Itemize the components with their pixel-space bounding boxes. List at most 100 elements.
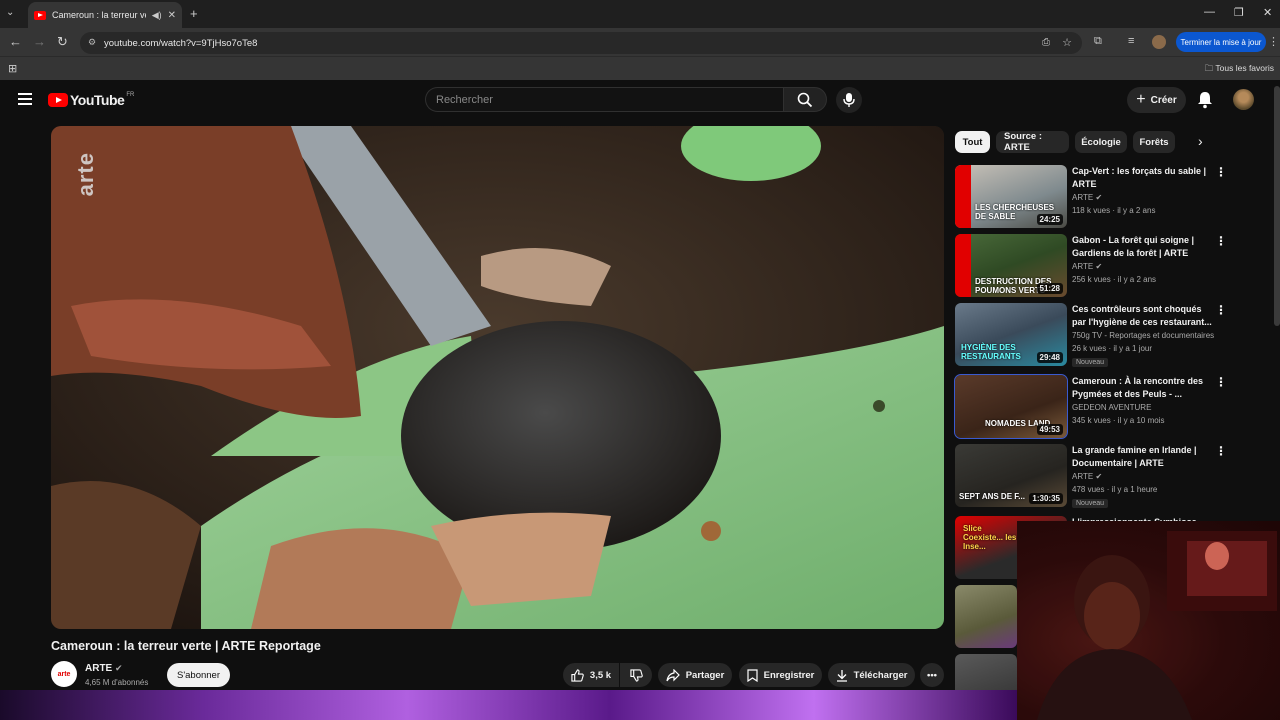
back-icon[interactable]: ←	[9, 34, 22, 49]
more-vertical-icon[interactable]: ⋮	[1215, 303, 1227, 317]
channel-avatar[interactable]: arte	[51, 661, 77, 687]
site-info-icon[interactable]: ⚙	[88, 37, 96, 48]
forward-icon[interactable]: →	[33, 34, 46, 49]
subscribe-button[interactable]: S'abonner	[167, 663, 230, 687]
video-thumbnail[interactable]: DESTRUCTION DES POUMONS VERTS 51:28	[955, 234, 1067, 297]
video-thumbnail[interactable]: LES CHERCHEUSES DE SABLE 24:25	[955, 165, 1067, 228]
new-badge: Nouveau	[1072, 358, 1109, 367]
video-thumbnail[interactable]	[955, 585, 1017, 648]
recommendation-item[interactable]: HYGIÈNE DES RESTAURANTS 29:48 Ces contrô…	[955, 303, 1227, 367]
more-horizontal-icon: •••	[927, 669, 937, 681]
search-icon	[797, 92, 813, 107]
channel-name[interactable]: GEDEON AVENTURE	[1072, 403, 1151, 412]
more-vertical-icon[interactable]: ⋮	[1215, 375, 1227, 389]
video-duration: 29:48	[1036, 352, 1063, 363]
video-thumbnail[interactable]	[955, 654, 1017, 690]
notifications-bell-icon[interactable]	[1197, 91, 1213, 109]
channel-name[interactable]: ARTE ✔	[1072, 193, 1102, 202]
video-duration: 49:53	[1036, 424, 1063, 435]
profile-avatar[interactable]	[1152, 35, 1166, 49]
arte-thumb-band	[955, 234, 971, 297]
recommendation-item[interactable]: NOMADES LAND 49:53 Cameroun : À la renco…	[954, 374, 1227, 439]
chip-source-arte[interactable]: Source : ARTE	[996, 131, 1069, 153]
dislike-button[interactable]	[620, 663, 652, 687]
video-frame	[51, 126, 944, 629]
address-bar[interactable]: ⚙ youtube.com/watch?v=9TjHso7oTe8 ⎙ ☆	[80, 32, 1082, 54]
share-icon	[666, 668, 680, 681]
recommendation-item[interactable]: LES CHERCHEUSES DE SABLE 24:25 Cap-Vert …	[955, 165, 1227, 229]
browser-toolbar: ← → ↻ ⚙ youtube.com/watch?v=9TjHso7oTe8 …	[0, 28, 1280, 56]
search-input[interactable]: Rechercher	[425, 87, 783, 112]
speaker-icon[interactable]: ◀)	[152, 10, 162, 21]
voice-search-button[interactable]	[836, 87, 862, 113]
more-vertical-icon[interactable]: ⋮	[1215, 444, 1227, 458]
maximize-icon[interactable]: ❐	[1234, 6, 1244, 19]
thumbs-up-icon	[571, 668, 584, 682]
more-actions-button[interactable]: •••	[920, 663, 944, 687]
video-title[interactable]: Cap-Vert : les forçats du sable | ARTE	[1072, 165, 1212, 191]
video-duration: 51:28	[1036, 283, 1063, 294]
browser-tab[interactable]: Cameroun : la terreur verte ◀) ✕	[28, 2, 182, 28]
video-meta: 118 k vues · il y a 2 ans	[1072, 206, 1156, 215]
share-button[interactable]: Partager	[658, 663, 732, 687]
close-tab-icon[interactable]: ✕	[168, 10, 176, 21]
user-avatar[interactable]	[1233, 89, 1254, 110]
youtube-play-icon	[48, 93, 68, 107]
reload-icon[interactable]: ↻	[57, 34, 68, 50]
download-button[interactable]: Télécharger	[828, 663, 915, 687]
page-scrollbar[interactable]	[1274, 86, 1280, 326]
chip-all[interactable]: Tout	[955, 131, 990, 153]
recommendation-item[interactable]: DESTRUCTION DES POUMONS VERTS 51:28 Gabo…	[955, 234, 1227, 298]
extensions-icon[interactable]: ⧉	[1094, 35, 1102, 48]
video-meta: 345 k vues · il y a 10 mois	[1072, 416, 1165, 425]
chip-ecologie[interactable]: Écologie	[1075, 131, 1127, 153]
verified-icon: ✔	[1095, 262, 1103, 271]
verified-icon: ✔	[1095, 472, 1103, 481]
bookmark-icon	[747, 668, 758, 682]
arte-thumb-band	[955, 165, 971, 228]
microphone-icon	[843, 93, 855, 107]
webcam-feed	[1017, 521, 1280, 720]
close-window-icon[interactable]: ✕	[1263, 6, 1272, 19]
minimize-icon[interactable]: —	[1204, 6, 1215, 18]
webcam-overlay	[1017, 521, 1280, 720]
chevron-right-icon[interactable]: ›	[1198, 133, 1203, 149]
chip-forets[interactable]: Forêts	[1133, 131, 1175, 153]
video-title[interactable]: La grande famine en Irlande | Documentai…	[1072, 444, 1212, 470]
tab-search-icon[interactable]: ⌄	[6, 7, 14, 18]
video-title[interactable]: Gabon - La forêt qui soigne | Gardiens d…	[1072, 234, 1212, 260]
video-thumbnail[interactable]: SEPT ANS DE F... 1:30:35	[955, 444, 1067, 507]
video-meta: 256 k vues · il y a 2 ans	[1072, 275, 1157, 284]
like-button[interactable]: 3,5 k	[563, 663, 619, 687]
video-title[interactable]: Ces contrôleurs sont choqués par l'hygiè…	[1072, 303, 1212, 329]
youtube-logo[interactable]: YouTube FR	[48, 92, 134, 108]
video-player[interactable]: arte	[51, 126, 944, 629]
bookmark-star-icon[interactable]: ☆	[1062, 36, 1072, 49]
subscriber-count: 4,65 M d'abonnés	[85, 678, 149, 687]
search-button[interactable]	[783, 87, 827, 112]
download-icon	[836, 669, 847, 682]
all-bookmarks[interactable]: 🗀 Tous les favoris	[1205, 63, 1274, 77]
channel-name[interactable]: ARTE ✔	[1072, 262, 1102, 271]
browser-tab-bar: ⌄ Cameroun : la terreur verte ◀) ✕ + — ❐…	[0, 0, 1280, 28]
recommendation-item[interactable]: SEPT ANS DE F... 1:30:35 La grande famin…	[955, 444, 1227, 508]
save-button[interactable]: Enregistrer	[739, 663, 822, 687]
more-vertical-icon[interactable]: ⋮	[1215, 234, 1227, 248]
video-thumbnail[interactable]: HYGIÈNE DES RESTAURANTS 29:48	[955, 303, 1067, 366]
install-icon[interactable]: ⎙	[1042, 37, 1050, 48]
channel-name[interactable]: 750g TV - Reportages et documentaires	[1072, 331, 1214, 340]
more-vertical-icon[interactable]: ⋮	[1215, 165, 1227, 179]
channel-name[interactable]: ARTE ✔	[85, 663, 123, 674]
media-control-icon[interactable]: ≡	[1128, 35, 1134, 47]
video-thumbnail[interactable]: NOMADES LAND 49:53	[954, 374, 1068, 439]
apps-grid-icon[interactable]: ⊞	[8, 62, 17, 75]
video-title: Cameroun : la terreur verte | ARTE Repor…	[51, 639, 321, 653]
thumbnail-caption: SEPT ANS DE F...	[959, 492, 1025, 501]
create-button[interactable]: + Créer	[1127, 87, 1186, 113]
new-tab-icon[interactable]: +	[190, 6, 198, 21]
hamburger-menu-icon[interactable]	[18, 93, 32, 105]
browser-menu-icon[interactable]: ⋮	[1268, 35, 1279, 48]
channel-name[interactable]: ARTE ✔	[1072, 472, 1102, 481]
update-button[interactable]: Terminer la mise à jour	[1176, 32, 1266, 52]
video-title[interactable]: Cameroun : À la rencontre des Pygmées et…	[1072, 375, 1212, 401]
